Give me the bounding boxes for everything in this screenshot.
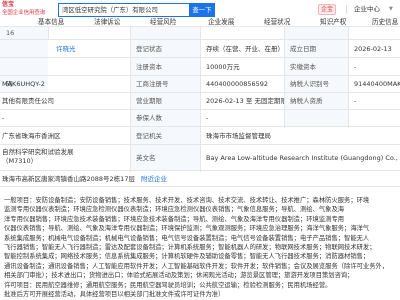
search-input[interactable]: 湾区低空研究院（广东）有限公司 bbox=[58, 3, 189, 17]
label-tax-id: 纳税人识别号 bbox=[284, 76, 348, 92]
value-staff: - bbox=[2, 114, 5, 122]
table-cell bbox=[0, 58, 48, 75]
business-scope: 一般项目：安防设备制造；安防设备销售；技术服务、技术开发、技术咨询、技术交流、技… bbox=[0, 192, 400, 300]
section-tabs: 基本信息 法律诉讼 经营风险 企业发展 经营状况 知识产权 历史信息 bbox=[0, 18, 400, 27]
row-index: 16 bbox=[0, 27, 48, 39]
label-english-name: 英文名 bbox=[130, 145, 200, 170]
logo-subtitle: 全国企业信用查询 bbox=[2, 10, 46, 16]
value-authority: 珠海市市场监督管理局 bbox=[206, 132, 271, 140]
divider bbox=[346, 5, 347, 14]
scope-line: 智能控制系统集成；网络技术服务；信息系统集成服务；计算机软硬件及辅助设备零售；智… bbox=[4, 253, 370, 261]
address: 珠海市高新区唐家湾镇香山路2088号2栋17层 附近企业 bbox=[0, 171, 400, 186]
tab-ip[interactable]: 知识产权 bbox=[320, 18, 346, 27]
value-region: 广东省珠海市香洲区 bbox=[2, 132, 61, 140]
value-company-type: 其他有限责任公司 bbox=[2, 97, 54, 105]
scope-line: 仪器仪表销售；导航、测绘、气象及海洋专用仪器制造；环境保护监测；气象观测服务；环… bbox=[4, 225, 370, 233]
enterprise-center-link[interactable]: 企业中心 bbox=[354, 3, 380, 16]
value-english-name: Bay Area Low-altitude Research Institute… bbox=[206, 154, 400, 162]
table-cell bbox=[284, 110, 348, 126]
table-cell bbox=[0, 40, 48, 57]
value-tax-id: 91440400MAK6U bbox=[354, 80, 400, 88]
industry-code: （M7310） bbox=[2, 157, 38, 165]
divider bbox=[48, 27, 49, 40]
nearby-companies-link[interactable]: 附近企业 bbox=[141, 175, 167, 183]
scope-line: 相关部门审批）；技术进出口；货物进出口；体验式拓展活动及策划；休闲观光活动；游览… bbox=[4, 272, 354, 280]
label-term: 营业期限 bbox=[130, 93, 200, 109]
value-industry: 自然科学研究和试验发展 （M7310） bbox=[0, 145, 128, 170]
address-text: 珠海市高新区唐家湾镇香山路2088号2栋17层 bbox=[2, 175, 135, 183]
label-insured: 参保人数 bbox=[130, 110, 200, 126]
value-org-code: MAK6UHQY-2 bbox=[2, 80, 45, 88]
label-tax-qualification: 纳税人资质 bbox=[284, 93, 348, 109]
table-cell bbox=[284, 27, 348, 39]
divider bbox=[200, 27, 201, 172]
value-capital: 10000万元 bbox=[206, 63, 240, 71]
tab-operations[interactable]: 经营状况 bbox=[264, 18, 290, 27]
scope-line: 监测专用仪器仪表制造；环境应急检测仪器仪表制造；环境应急检测仪器仪表销售；气象信… bbox=[4, 206, 345, 214]
tab-history[interactable]: 历史信息 bbox=[372, 18, 398, 27]
value-status: 存续（在营、开业、在册） bbox=[206, 45, 284, 53]
top-bar: 信宝 全国企业信用查询 湾区低空研究院（广东）有限公司 查一下 企宝 企业中心 … bbox=[0, 0, 400, 27]
value-insured: - bbox=[206, 114, 209, 122]
label-capital: 注册资本 bbox=[130, 58, 200, 75]
user-badge[interactable]: 企宝 bbox=[318, 4, 336, 15]
label-paid-capital: 实缴资本 bbox=[284, 58, 348, 75]
value-tax-qualification: - bbox=[354, 97, 357, 105]
scope-line: 许可项目：民用航空器维修；通用航空服务；民用航空器驾驶员培训；公共航空运输；检验… bbox=[4, 281, 332, 289]
tab-basic-info[interactable]: 基本信息 bbox=[38, 18, 64, 27]
scope-line: 通讯设备制造；通讯设备销售；人工智能应用软件开发；人工智能基础软件开发；软件开发… bbox=[4, 262, 389, 270]
industry-name: 自然科学研究和试验发展 bbox=[2, 148, 74, 156]
label-status: 登记状态 bbox=[130, 40, 200, 57]
label-reg-no: 工商注册号 bbox=[130, 76, 200, 92]
table-cell bbox=[130, 27, 200, 39]
label-founded: 成立日期 bbox=[284, 40, 348, 57]
chevron-down-icon[interactable]: ▼ bbox=[389, 6, 393, 12]
value-reg-no: 440400000856592 bbox=[206, 80, 269, 88]
tab-risk[interactable]: 经营风险 bbox=[150, 18, 176, 27]
divider bbox=[130, 27, 131, 172]
divider bbox=[348, 27, 349, 128]
scope-line: 洋专用仪器销售；环境应急技术装备销售；环境应急技术装备制造；导航、测绘、气象及海… bbox=[4, 215, 345, 223]
legal-rep-name[interactable]: 许晓光 bbox=[50, 40, 128, 57]
value-founded: 2026-02-13 bbox=[354, 45, 392, 53]
tab-legal[interactable]: 法律诉讼 bbox=[94, 18, 120, 27]
tab-development[interactable]: 企业发展 bbox=[208, 18, 234, 27]
search-button[interactable]: 查一下 bbox=[189, 3, 215, 17]
scope-line: 批准后方可开展经营活动，具体经营项目以相关部门批准文件或许可证件为准） bbox=[4, 291, 225, 299]
top-right-menu: 企宝 企业中心 ▼ bbox=[316, 3, 400, 17]
divider bbox=[284, 27, 285, 128]
value-term: 2026-02-13 至 无固定期限 bbox=[206, 97, 284, 105]
logo-title: 信宝 bbox=[2, 1, 15, 8]
scope-line: 一般项目：安防设备制造；安防设备销售；技术服务、技术开发、技术咨询、技术交流、技… bbox=[4, 197, 370, 204]
value-paid-capital: - bbox=[354, 63, 357, 71]
label-authority: 登记机关 bbox=[130, 127, 200, 144]
scope-line: 系统集成服务；机械电气设备制造；机械电气设备销售；电气信号设备装置制造；电气信号… bbox=[4, 234, 370, 242]
address-row: 珠海市高新区唐家湾镇香山路2088号2栋17层 附近企业 bbox=[0, 171, 400, 187]
scope-line: 飞行器销售；智能无人飞行器制造；雷达及配套设备制造；计算机系统服务；智能机器人的… bbox=[4, 244, 376, 252]
